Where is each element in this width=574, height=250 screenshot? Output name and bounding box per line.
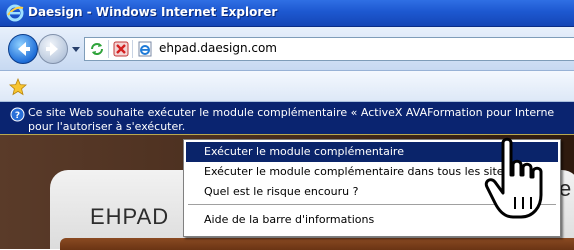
content-banner	[60, 238, 574, 250]
hand-cursor-icon	[484, 137, 543, 219]
svg-text:?: ?	[15, 111, 20, 121]
navigation-bar: ehpad.daesign.com	[0, 27, 574, 71]
information-bar-message-line2: pour l'autoriser à s'exécuter.	[28, 120, 186, 133]
page-heading: EHPAD	[90, 204, 170, 229]
title-bar[interactable]: Daesign - Windows Internet Explorer	[0, 0, 574, 27]
recent-pages-dropdown[interactable]	[72, 47, 80, 52]
stop-icon[interactable]	[113, 41, 129, 57]
star-icon[interactable]	[9, 78, 27, 96]
back-arrow-icon	[18, 42, 30, 56]
information-bar[interactable]: ? Ce site Web souhaite exécuter le modul…	[0, 102, 574, 135]
forward-button[interactable]	[38, 34, 68, 64]
ie-page-icon	[138, 41, 152, 57]
address-bar[interactable]: ehpad.daesign.com	[84, 37, 574, 61]
favorites-bar	[0, 71, 574, 102]
info-shield-icon: ?	[10, 107, 25, 122]
back-button[interactable]	[8, 34, 38, 64]
information-bar-message: Ce site Web souhaite exécuter le module …	[28, 106, 555, 119]
refresh-icon[interactable]	[89, 41, 105, 57]
ie-logo-icon	[6, 4, 24, 22]
separator	[132, 40, 133, 58]
forward-arrow-icon	[46, 42, 58, 56]
window-title: Daesign - Windows Internet Explorer	[28, 5, 278, 19]
url-text[interactable]: ehpad.daesign.com	[159, 41, 277, 55]
separator	[108, 40, 109, 58]
